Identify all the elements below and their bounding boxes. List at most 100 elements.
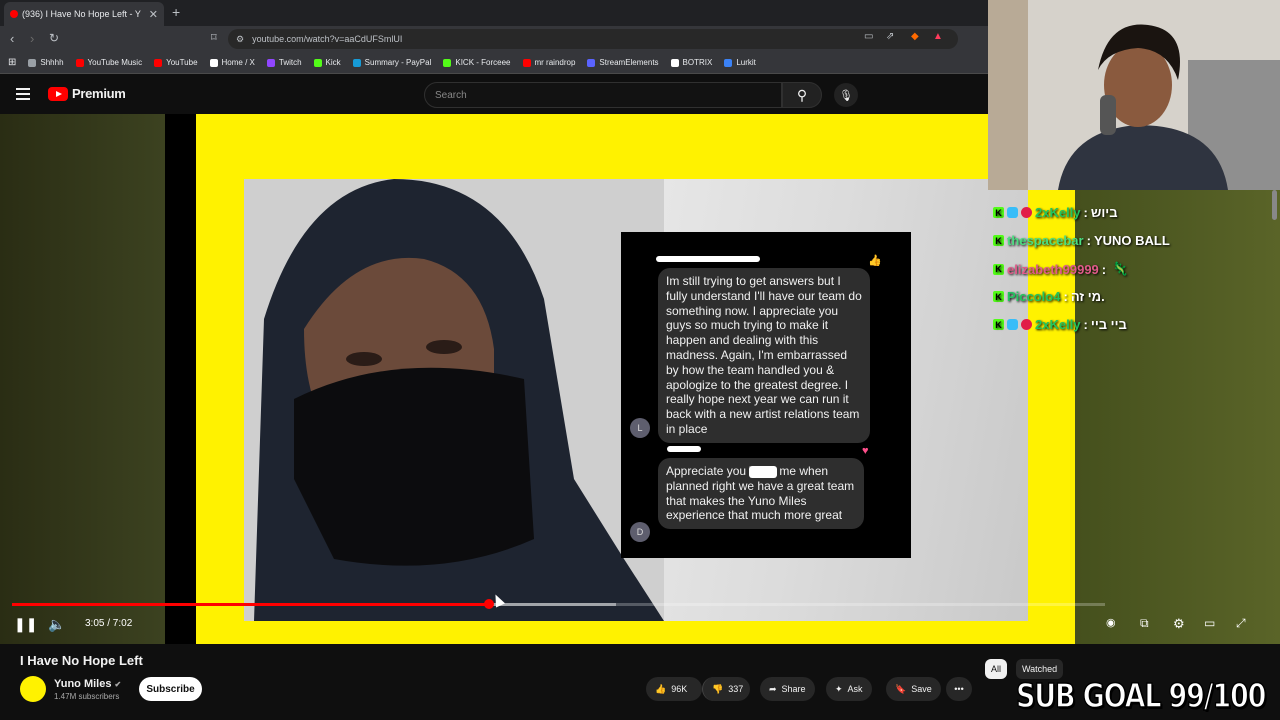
bookmark-favicon-icon [266, 58, 275, 67]
bookmark-label: Shhhh [40, 58, 64, 67]
bookmark-item[interactable]: YouTube Music [75, 58, 143, 67]
chip-all[interactable]: All [985, 659, 1008, 679]
stream-background-left [0, 114, 165, 644]
youtube-favicon-icon [10, 10, 18, 18]
chat-separator: : [1063, 289, 1068, 304]
more-actions-button[interactable]: ••• [946, 677, 972, 701]
bookmark-favicon-icon [670, 58, 679, 67]
menu-icon[interactable] [16, 88, 30, 103]
like-button[interactable]: 👍 96K [646, 677, 702, 701]
forward-icon[interactable]: › [30, 31, 34, 46]
chat-username: thespacebar [1007, 233, 1084, 248]
chat-message: ביי ביי [1090, 317, 1127, 332]
bookmark-icon[interactable]: ⌑ [211, 31, 217, 44]
share-button[interactable]: ➦ Share [760, 677, 815, 701]
save-button[interactable]: 🔖 Save [886, 677, 941, 701]
gifter-badge-icon [1021, 207, 1032, 218]
verified-icon: ✔ [114, 680, 122, 689]
channel-avatar[interactable] [20, 676, 46, 702]
close-tab-icon[interactable]: ✕ [149, 8, 158, 21]
fullscreen-icon[interactable]: ⤢ [1236, 616, 1246, 631]
new-tab-button[interactable]: + [172, 4, 180, 20]
bookmark-favicon-icon [75, 58, 84, 67]
microphone-icon: 🎙 [839, 89, 853, 102]
logo-text: Premium [72, 86, 126, 101]
chat-username: 2xKelly [1035, 317, 1081, 332]
ask-label: Ask [847, 684, 863, 694]
dislike-button[interactable]: 👎 337 [702, 677, 750, 701]
address-bar: ‹ › ↻ ⌑ ⚙ youtube.com/watch?v=aaCdUFSmlU… [0, 26, 988, 52]
video-player[interactable]: 👍 Im still trying to get answers but I f… [0, 114, 1280, 644]
stream-chat-line: Kthespacebar : YUNO BALL [993, 233, 1170, 248]
youtube-premium-logo[interactable]: Premium [48, 86, 126, 101]
tab-title: (936) I Have No Hope Left - Y [22, 9, 141, 19]
apps-grid-icon[interactable]: ⊞ [8, 57, 16, 68]
bookmark-item[interactable]: KICK - Forceee [443, 58, 511, 67]
time-display: 3:05 / 7:02 [85, 618, 133, 629]
bookmark-favicon-icon [724, 58, 733, 67]
gifter-badge-icon [1021, 319, 1032, 330]
bookmark-item[interactable]: Shhhh [28, 58, 64, 67]
share-arrow-icon: ➦ [769, 683, 777, 694]
ask-button[interactable]: ✦ Ask [826, 677, 872, 701]
bookmark-item[interactable]: mr raindrop [522, 58, 576, 67]
back-icon[interactable]: ‹ [10, 31, 14, 46]
url-text: youtube.com/watch?v=aaCdUFSmlUI [252, 34, 403, 44]
bookmark-label: YouTube Music [87, 58, 143, 67]
bookmark-favicon-icon [28, 58, 37, 67]
bookmark-label: BOTRIX [682, 58, 713, 67]
bookmark-label: StreamElements [599, 58, 659, 67]
browser-tab[interactable]: (936) I Have No Hope Left - Y ✕ [4, 2, 164, 26]
bookmark-item[interactable]: Home / X [209, 58, 255, 67]
save-playlist-icon: 🔖 [895, 683, 907, 694]
bookmark-favicon-icon [443, 58, 452, 67]
volume-icon[interactable]: 🔈 [48, 616, 65, 633]
pause-icon[interactable]: ❚❚ [14, 616, 37, 633]
captions-icon[interactable]: ⧉ [1140, 616, 1149, 631]
brave-icon[interactable]: ◆ [911, 31, 919, 42]
video-title: I Have No Hope Left [20, 653, 143, 668]
bookmark-item[interactable]: BOTRIX [670, 58, 713, 67]
bookmark-label: mr raindrop [534, 58, 576, 67]
bookmark-item[interactable]: YouTube [154, 58, 198, 67]
share-icon[interactable]: ⇗ [886, 31, 894, 42]
settings-gear-icon[interactable]: ⚙ [1173, 616, 1185, 632]
sparkle-icon: ✦ [835, 683, 843, 694]
sub-badge-icon [1007, 207, 1018, 218]
bookmark-label: Kick [325, 58, 341, 67]
chat-separator: : [1101, 261, 1107, 277]
autoplay-toggle-icon[interactable]: ◉ [1106, 616, 1116, 629]
subscribe-button[interactable]: Subscribe [139, 677, 202, 701]
bookmark-item[interactable]: Lurkit [724, 58, 756, 67]
search-icon: ⚲ [796, 86, 808, 103]
subscriber-count: 1.47M subscribers [54, 692, 120, 701]
reload-icon[interactable]: ↻ [49, 31, 59, 45]
streamer-image [988, 0, 1280, 190]
bookmark-label: YouTube [166, 58, 198, 67]
cast-icon[interactable]: ▭ [864, 31, 873, 42]
youtube-header: Premium Search ⚲ 🎙 [0, 76, 988, 114]
kick-badge-icon: K [993, 235, 1004, 246]
streamer-webcam [988, 0, 1280, 190]
thumbs-down-icon: 👎 [712, 683, 724, 694]
chat-message: ביוש [1090, 205, 1118, 220]
kick-badge-icon: K [993, 207, 1004, 218]
theater-mode-icon[interactable]: ▭ [1204, 616, 1215, 630]
sub-goal-overlay: SUB GOAL 99/100 [1015, 675, 1267, 716]
stream-chat-line: K 2xKelly : ביוש [993, 205, 1118, 220]
kick-badge-icon: K [993, 263, 1004, 275]
bookmark-item[interactable]: Twitch [266, 58, 302, 67]
chat-scrollbar[interactable] [1272, 190, 1277, 220]
bookmark-item[interactable]: Kick [313, 58, 341, 67]
search-button[interactable]: ⚲ [782, 82, 822, 108]
message-bubble-1: Im still trying to get answers but I ful… [658, 268, 870, 443]
search-input[interactable]: Search [424, 82, 782, 108]
bookmark-item[interactable]: Summary - PayPal [352, 58, 431, 67]
url-field[interactable]: ⚙ youtube.com/watch?v=aaCdUFSmlUI [228, 29, 958, 49]
rewards-icon[interactable]: ▲ [933, 31, 943, 42]
channel-name[interactable]: Yuno Miles ✔ [54, 678, 121, 690]
bookmark-item[interactable]: StreamElements [587, 58, 659, 67]
bookmark-label: Lurkit [736, 58, 756, 67]
site-info-icon[interactable]: ⚙ [236, 34, 244, 45]
voice-search-button[interactable]: 🎙 [834, 83, 858, 107]
